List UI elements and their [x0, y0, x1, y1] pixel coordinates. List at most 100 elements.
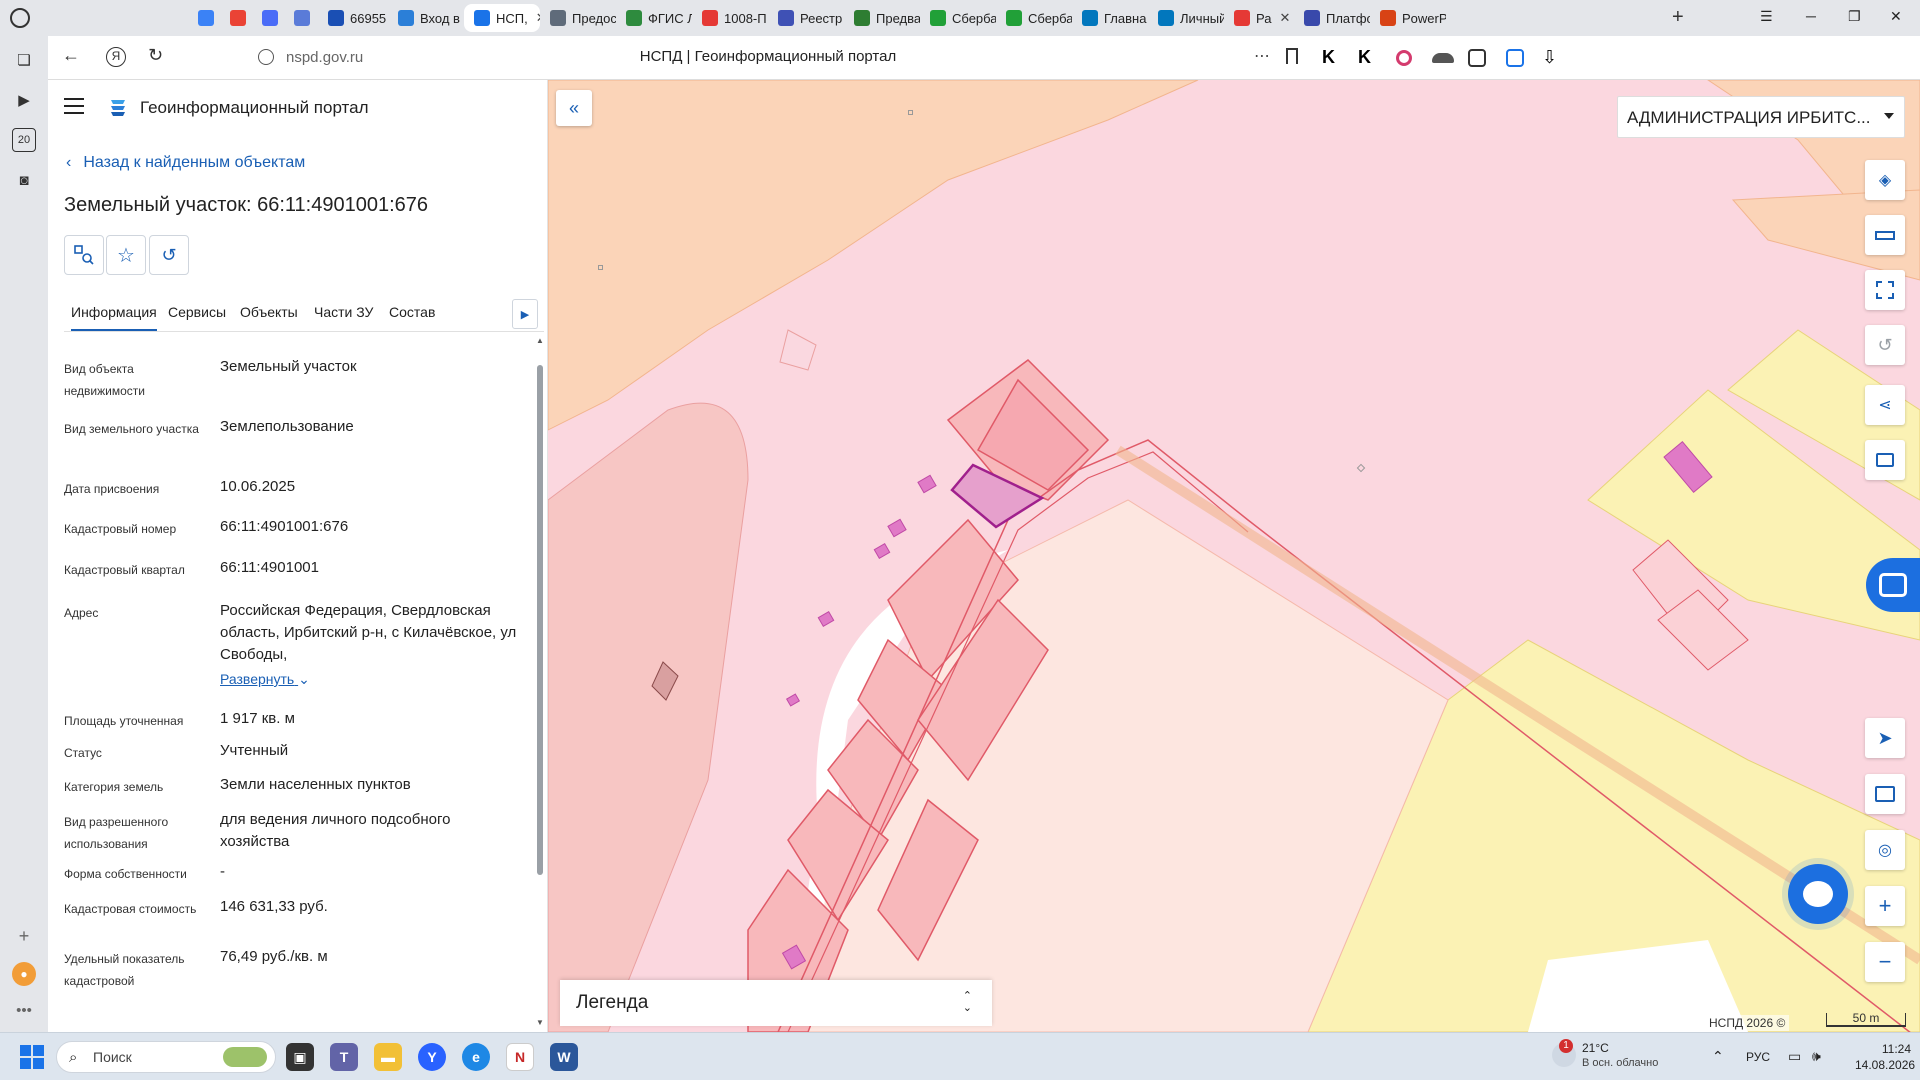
yandex-browser-icon[interactable]: Y: [418, 1043, 446, 1071]
bookmark-icon[interactable]: [1286, 48, 1298, 64]
locate-on-map-button[interactable]: [64, 235, 104, 275]
browser-tab[interactable]: [286, 4, 318, 32]
add-panel-icon[interactable]: +: [12, 924, 36, 948]
chat-button[interactable]: [1788, 864, 1848, 924]
close-window-icon[interactable]: ✕: [1890, 8, 1902, 25]
measure-button[interactable]: [1865, 215, 1905, 255]
profile-icon[interactable]: ●: [12, 962, 36, 986]
extension-puzzle-icon[interactable]: [1468, 49, 1486, 67]
more-icon[interactable]: •••: [12, 998, 36, 1022]
browser-tab[interactable]: Вход в с: [388, 4, 464, 32]
edge-icon[interactable]: e: [462, 1043, 490, 1071]
browser-tab[interactable]: 66955: [318, 4, 388, 32]
file-explorer-icon[interactable]: ▬: [374, 1043, 402, 1071]
browser-tab[interactable]: Сберба: [996, 4, 1072, 32]
portal-logo-icon: [111, 100, 125, 116]
tab-information[interactable]: Информация: [71, 304, 157, 331]
tab-services[interactable]: Сервисы: [168, 304, 226, 320]
history-button[interactable]: ↺: [149, 235, 189, 275]
search-location-button[interactable]: ◎: [1865, 830, 1905, 870]
tab-favicon-icon: [294, 10, 310, 26]
browser-tab[interactable]: Главна: [1072, 4, 1148, 32]
extension-check-icon[interactable]: [1506, 49, 1524, 67]
new-tab-button[interactable]: +: [1672, 6, 1684, 29]
browser-tab[interactable]: НСП,✕: [464, 4, 540, 32]
browser-tab[interactable]: 1008-П: [692, 4, 768, 32]
chevron-up-icon[interactable]: ⌃: [1712, 1048, 1724, 1065]
tab-favicon-icon: [550, 10, 566, 26]
scrollbar-thumb[interactable]: [537, 365, 543, 875]
legend-panel[interactable]: Легенда ⌃ ⌄: [560, 980, 992, 1026]
tab-close-icon[interactable]: ✕: [1279, 10, 1290, 26]
back-to-results-link[interactable]: ‹ Назад к найденным объектам: [66, 154, 305, 172]
zoom-in-button[interactable]: +: [1865, 886, 1905, 926]
tab-label: Сберба: [1028, 10, 1072, 26]
start-button[interactable]: [20, 1045, 44, 1069]
restore-icon[interactable]: ❐: [1848, 8, 1861, 25]
page-title: НСПД | Геоинформационный портал: [639, 48, 897, 65]
tab-composition[interactable]: Состав: [389, 304, 435, 320]
tab-parts[interactable]: Части ЗУ: [314, 304, 373, 320]
feedback-button[interactable]: [1866, 558, 1920, 612]
organization-select-value: АДМИНИСТРАЦИЯ ИРБИТС...: [1627, 108, 1871, 127]
taskbar-search[interactable]: ⌕ Поиск: [56, 1041, 276, 1073]
browser-tab[interactable]: Личный: [1148, 4, 1224, 32]
browser-tab[interactable]: Реестр: [768, 4, 844, 32]
counter-badge[interactable]: 20: [12, 128, 36, 152]
browser-tab[interactable]: Предос: [540, 4, 616, 32]
browser-tab[interactable]: [254, 4, 286, 32]
browser-tab[interactable]: Предва: [844, 4, 920, 32]
minimap-button[interactable]: [1865, 774, 1905, 814]
browser-tab[interactable]: [158, 4, 190, 32]
volume-icon[interactable]: 🕪: [1812, 1048, 1821, 1065]
weather-desc: В осн. облачно: [1582, 1057, 1659, 1069]
history-map-button[interactable]: ↺: [1865, 325, 1905, 365]
task-view-icon[interactable]: ▣: [286, 1043, 314, 1071]
extension-target-icon[interactable]: [1396, 50, 1412, 66]
collections-icon[interactable]: ❏: [12, 48, 36, 72]
tab-objects[interactable]: Объекты: [240, 304, 298, 320]
weather-widget[interactable]: 21°C В осн. облачно: [1582, 1041, 1658, 1071]
app-icon[interactable]: N: [506, 1043, 534, 1071]
more-icon[interactable]: ⋯: [1254, 46, 1270, 66]
camera-icon[interactable]: ◙: [12, 168, 36, 192]
organization-select[interactable]: АДМИНИСТРАЦИЯ ИРБИТС...: [1617, 96, 1905, 138]
geolocation-button[interactable]: ➤: [1865, 718, 1905, 758]
language-indicator[interactable]: РУС: [1746, 1050, 1770, 1064]
network-icon[interactable]: ▭: [1788, 1048, 1801, 1065]
downloads-icon[interactable]: ⇩: [1542, 47, 1564, 69]
teams-icon[interactable]: T: [330, 1043, 358, 1071]
video-icon[interactable]: ▶: [12, 88, 36, 112]
scroll-up-arrow-icon[interactable]: ▲: [536, 336, 544, 345]
browser-tab[interactable]: [126, 4, 158, 32]
clock[interactable]: 11:24 14.08.2026: [1855, 1041, 1915, 1073]
menu-icon[interactable]: ☰: [1760, 8, 1773, 25]
tabs-next-button[interactable]: ▶: [512, 299, 538, 329]
extension-k2-icon[interactable]: K: [1358, 47, 1380, 69]
browser-tab[interactable]: Сберба: [920, 4, 996, 32]
scroll-down-arrow-icon[interactable]: ▼: [536, 1018, 544, 1027]
share-button[interactable]: ⋖: [1865, 385, 1905, 425]
browser-tab[interactable]: ФГИС Л: [616, 4, 692, 32]
browser-tab[interactable]: PowerP: [1370, 4, 1446, 32]
collapse-panel-button[interactable]: «: [556, 90, 592, 126]
extension-k-icon[interactable]: K: [1322, 47, 1344, 69]
history-icon[interactable]: [10, 8, 30, 28]
hamburger-menu-icon[interactable]: [64, 98, 84, 114]
favorite-button[interactable]: ☆: [106, 235, 146, 275]
map-copyright: НСПД 2026 ©: [1705, 1015, 1790, 1031]
expand-address-link[interactable]: Развернуть ⌄: [220, 671, 310, 688]
minimize-icon[interactable]: ─: [1806, 8, 1816, 24]
star-icon: ☆: [117, 244, 135, 267]
print-button[interactable]: [1865, 440, 1905, 480]
map-canvas[interactable]: [548, 80, 1920, 1032]
browser-tab[interactable]: [222, 4, 254, 32]
select-area-button[interactable]: [1865, 270, 1905, 310]
browser-tab[interactable]: Ра ✕: [1224, 4, 1294, 32]
extension-hat-icon[interactable]: [1432, 53, 1454, 63]
zoom-out-button[interactable]: −: [1865, 942, 1905, 982]
word-icon[interactable]: W: [550, 1043, 578, 1071]
browser-tab[interactable]: Платфо: [1294, 4, 1370, 32]
browser-tab[interactable]: [190, 4, 222, 32]
layers-button[interactable]: ◈: [1865, 160, 1905, 200]
